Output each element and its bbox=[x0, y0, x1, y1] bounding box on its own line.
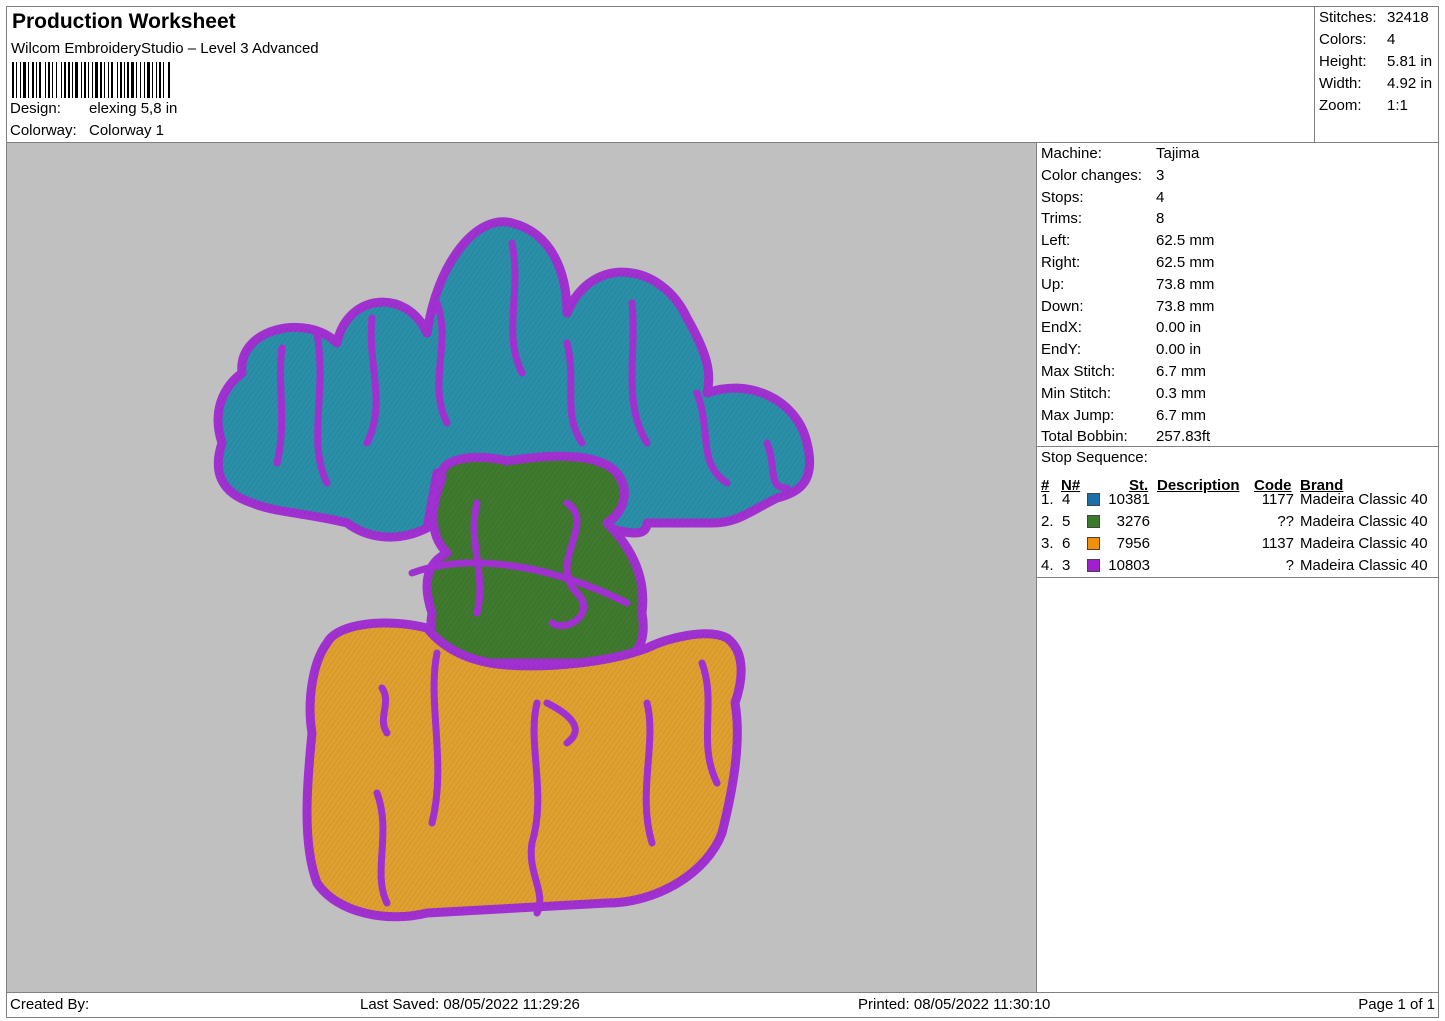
machine-info-value: 62.5 mm bbox=[1156, 232, 1215, 250]
stop-cell-num: 3. bbox=[1041, 535, 1054, 552]
machine-info-value: 4 bbox=[1156, 188, 1165, 206]
page-number: Page 1 of 1 bbox=[1358, 996, 1435, 1013]
stop-cell-brand: Madeira Classic 40 bbox=[1300, 535, 1428, 552]
color-swatch bbox=[1087, 559, 1100, 572]
machine-info-value: 0.00 in bbox=[1156, 341, 1202, 359]
design-row: Design: elexing 5,8 in bbox=[10, 100, 177, 117]
color-swatch bbox=[1087, 493, 1100, 506]
stop-cell-brand: Madeira Classic 40 bbox=[1300, 557, 1428, 574]
stop-row: 4. 3 10803? Madeira Classic 40 bbox=[1037, 555, 1440, 577]
stop-sequence-title: Stop Sequence: bbox=[1041, 449, 1148, 466]
colorway-label: Colorway: bbox=[10, 122, 77, 139]
machine-info-label: Machine: bbox=[1041, 145, 1102, 162]
color-swatch bbox=[1087, 515, 1100, 528]
machine-info-label: Right: bbox=[1041, 254, 1081, 271]
stop-cell-n: 6 bbox=[1062, 535, 1071, 552]
worksheet-footer: Created By: Last Saved: 08/05/2022 11:29… bbox=[6, 992, 1439, 1018]
design-summary: Stitches: 32418 Colors: 4 Height: 5.81 in W… bbox=[1314, 6, 1439, 143]
machine-info-label: Min Stitch: bbox=[1041, 384, 1112, 402]
machine-info-value: 73.8 mm bbox=[1156, 297, 1215, 315]
machine-info-panel: Machine: Tajima Color changes: 3 Stops: 4 Trim… bbox=[1036, 142, 1439, 447]
stop-row: 1. 4 10381 1177 Madeira Classic 40 bbox=[1037, 489, 1440, 511]
last-saved: Last Saved: 08/05/2022 11:29:26 bbox=[360, 996, 580, 1013]
stop-cell-n: 5 bbox=[1062, 513, 1071, 530]
machine-info-label: Stops: bbox=[1041, 188, 1084, 206]
color-swatch bbox=[1087, 537, 1100, 550]
machine-info-label: EndY: bbox=[1041, 341, 1082, 359]
design-preview bbox=[6, 142, 1037, 993]
colorway-row: Colorway: Colorway 1 bbox=[10, 122, 164, 139]
stop-cell-brand: Madeira Classic 40 bbox=[1300, 513, 1428, 530]
stop-cell-code: 1137 bbox=[1261, 535, 1294, 552]
machine-info-value: 8 bbox=[1156, 210, 1165, 228]
stop-cell-num: 2. bbox=[1041, 513, 1054, 530]
colorway-value: Colorway 1 bbox=[89, 122, 165, 139]
machine-info-label: Color changes: bbox=[1041, 166, 1142, 184]
machine-info-label: Left: bbox=[1041, 232, 1071, 250]
stop-cell-st: 3276 bbox=[1116, 513, 1150, 530]
stop-cell-code: ?? bbox=[1277, 513, 1294, 530]
stop-cell-st: 10803 bbox=[1108, 557, 1150, 574]
worksheet-header: Production Worksheet Wilcom EmbroiderySt… bbox=[6, 6, 1315, 143]
stop-cell-code: ? bbox=[1285, 557, 1294, 574]
design-word-bottom bbox=[302, 618, 746, 922]
stop-cell-st: 7956 bbox=[1116, 535, 1150, 552]
machine-info-label: Max Stitch: bbox=[1041, 363, 1116, 380]
machine-info-value: 6.7 mm bbox=[1156, 363, 1207, 380]
embroidery-design-image bbox=[213, 217, 815, 922]
page-title: Production Worksheet bbox=[12, 10, 236, 33]
machine-info-value: 0.3 mm bbox=[1156, 384, 1207, 402]
machine-info-label: Up: bbox=[1041, 275, 1065, 293]
software-name: Wilcom EmbroideryStudio – Level 3 Advanc… bbox=[11, 40, 319, 57]
design-label: Design: bbox=[10, 100, 61, 117]
stop-cell-st: 10381 bbox=[1108, 491, 1150, 508]
stop-cell-num: 4. bbox=[1041, 557, 1054, 574]
machine-info-label: Trims: bbox=[1041, 210, 1083, 228]
printed-date: Printed: 08/05/2022 11:30:10 bbox=[858, 996, 1051, 1013]
machine-info-label: Down: bbox=[1041, 297, 1084, 315]
design-word-middle bbox=[408, 451, 648, 668]
stop-row: 2. 5 3276?? Madeira Classic 40 bbox=[1037, 511, 1440, 533]
stop-cell-n: 3 bbox=[1062, 557, 1071, 574]
machine-info-label: EndX: bbox=[1041, 319, 1082, 337]
design-value: elexing 5,8 in bbox=[89, 100, 178, 117]
stop-sequence-panel: Stop Sequence: # N# St. Description Code… bbox=[1036, 446, 1439, 578]
stop-row: 3. 6 7956 1137 Madeira Classic 40 bbox=[1037, 533, 1440, 555]
stop-cell-code: 1177 bbox=[1261, 491, 1294, 508]
stop-cell-brand: Madeira Classic 40 bbox=[1300, 491, 1428, 508]
stop-cell-num: 1. bbox=[1041, 491, 1054, 508]
machine-info-value: 6.7 mm bbox=[1156, 406, 1207, 424]
machine-info-value: Tajima bbox=[1156, 145, 1200, 162]
machine-info-label: Max Jump: bbox=[1041, 406, 1115, 424]
stop-cell-n: 4 bbox=[1062, 491, 1071, 508]
machine-info-value: 73.8 mm bbox=[1156, 275, 1215, 293]
created-by: Created By: bbox=[10, 996, 90, 1013]
machine-info-value: 62.5 mm bbox=[1156, 254, 1215, 271]
barcode-image bbox=[12, 62, 170, 98]
machine-info-value: 0.00 in bbox=[1156, 319, 1202, 337]
empty-panel bbox=[1036, 577, 1439, 993]
machine-info-value: 3 bbox=[1156, 166, 1165, 184]
